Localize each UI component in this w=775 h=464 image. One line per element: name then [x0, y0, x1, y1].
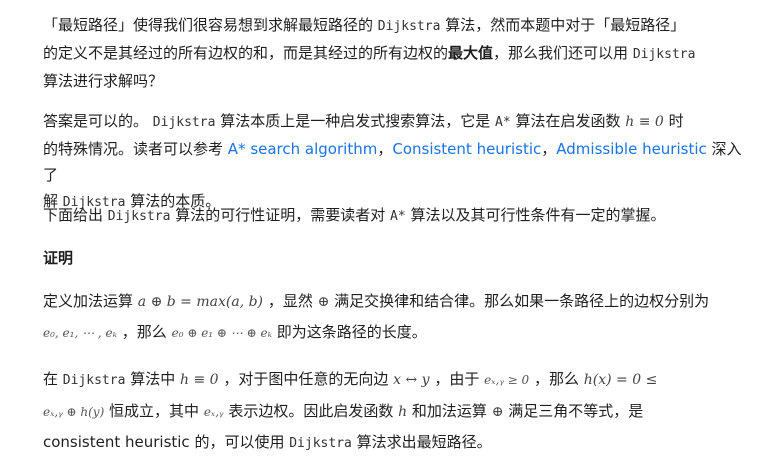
link-admissible-heuristic[interactable]: Admissible heuristic: [556, 140, 706, 158]
math-formula: a ⊕ b = max(a, b): [137, 294, 264, 310]
math-formula: eₓ,ᵧ ⊕ h(y): [43, 405, 105, 419]
text: 满足三角不等式，是: [508, 402, 644, 420]
inline-code: A*: [495, 115, 511, 130]
paragraph-proof-intro: 下面给出 Dijkstra 算法的可行性证明，需要读者对 A* 算法以及其可行性…: [43, 202, 755, 230]
math-formula: ⊕: [317, 294, 330, 310]
text: 算法，然而本题中对于「最短路径」: [445, 16, 686, 34]
text: 算法在启发函数: [515, 112, 621, 130]
text: 算法本质上是一种启发式搜索算法，它是: [220, 112, 491, 130]
text: ，那么: [121, 323, 167, 341]
text: ，由于: [434, 370, 480, 388]
math-formula: ⊕: [491, 404, 504, 420]
math-formula: h ≡ 0: [625, 114, 664, 130]
section-heading: 证明: [43, 249, 74, 267]
text: 表示边权。因此启发函数: [228, 402, 394, 420]
inline-code: A*: [390, 209, 406, 224]
paragraph-intro: 「最短路径」使得我们很容易想到求解最短路径的 Dijkstra 算法，然而本题中…: [43, 12, 755, 94]
text: 下面给出: [43, 206, 104, 224]
text: 满足交换律和结合律。那么如果一条路径上的边权分别为: [334, 292, 710, 310]
math-formula: x ↔ y: [393, 372, 430, 388]
text: 时: [668, 112, 684, 130]
paragraph-definition: 定义加法运算 a ⊕ b = max(a, b) ，显然 ⊕ 满足交换律和结合律…: [43, 286, 755, 348]
text: 算法以及其可行性条件有一定的掌握。: [410, 206, 666, 224]
paragraph-answer: 答案是可以的。 Dijkstra 算法本质上是一种启发式搜索算法，它是 A* 算…: [43, 108, 755, 216]
text: 算法进行求解吗？: [43, 72, 164, 90]
text: ，对于图中任意的无向边: [223, 370, 389, 388]
paragraph-conclusion: 在 Dijkstra 算法中 h ≡ 0 ，对于图中任意的无向边 x ↔ y ，…: [43, 364, 755, 459]
math-formula: h: [398, 404, 408, 420]
text: 答案是可以的。: [43, 112, 149, 130]
inline-code: Dijkstra: [152, 115, 216, 130]
text: 和加法运算: [411, 402, 487, 420]
text: 定义加法运算: [43, 292, 134, 310]
math-formula: h(x) = 0 ≤: [583, 372, 658, 388]
math-formula: h ≡ 0: [180, 372, 219, 388]
text: 即为这条路径的长度。: [276, 323, 427, 341]
inline-code: Dijkstra: [289, 436, 352, 451]
text: 算法求出最短路径。: [356, 433, 492, 451]
bold-text: 最大值: [448, 44, 494, 62]
inline-code: Dijkstra: [377, 19, 441, 34]
text: 的特殊情况。读者可以参考: [43, 140, 224, 158]
document: 「最短路径」使得我们很容易想到求解最短路径的 Dijkstra 算法，然而本题中…: [0, 0, 775, 464]
text: 恒成立，其中: [109, 402, 200, 420]
text: ，: [541, 140, 557, 158]
math-formula: eₓ,ᵧ: [203, 405, 224, 419]
link-a-star-search[interactable]: A* search algorithm: [228, 140, 378, 158]
text: 算法的可行性证明，需要读者对: [175, 206, 386, 224]
text: 算法中: [130, 370, 176, 388]
text: ，那么我们还可以用: [493, 44, 629, 62]
text: 「最短路径」使得我们很容易想到求解最短路径的: [43, 16, 374, 34]
text: consistent heuristic 的，可以使用: [43, 433, 285, 451]
math-formula: e₀, e₁, ⋯ , eₖ: [43, 326, 118, 340]
inline-code: Dijkstra: [632, 47, 696, 62]
text: ，那么: [533, 370, 579, 388]
text: 在: [43, 370, 59, 388]
inline-code: Dijkstra: [107, 209, 171, 224]
text: ，: [377, 140, 393, 158]
text: 的定义不是其经过的所有边权的和，而是其经过的所有边权的: [43, 44, 449, 62]
link-consistent-heuristic[interactable]: Consistent heuristic: [392, 140, 541, 158]
math-formula: e₀ ⊕ e₁ ⊕ ⋯ ⊕ eₖ: [171, 326, 272, 340]
text: ，显然: [267, 292, 313, 310]
math-formula: eₓ,ᵧ ≥ 0: [484, 373, 530, 387]
inline-code: Dijkstra: [62, 373, 126, 388]
